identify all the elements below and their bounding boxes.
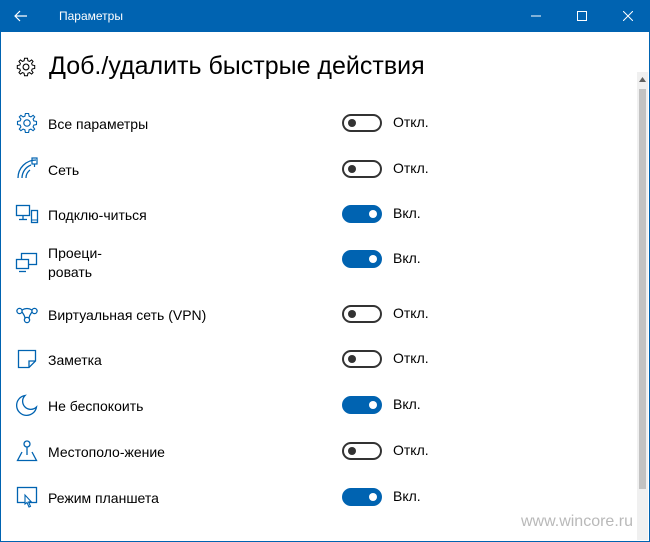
toggle-switch[interactable] <box>342 305 382 323</box>
action-label: Режим планшета <box>48 490 159 506</box>
toggle-state-label: Откл. <box>393 114 429 130</box>
action-label: Сеть <box>48 162 80 178</box>
minimize-button[interactable] <box>513 0 559 32</box>
toggle-knob <box>348 355 356 363</box>
moon-icon <box>16 394 38 416</box>
toggle-state-label: Откл. <box>393 160 429 176</box>
toggle-switch[interactable] <box>342 160 382 178</box>
maximize-button[interactable] <box>559 0 605 32</box>
close-button[interactable] <box>605 0 650 32</box>
scroll-up-button[interactable] <box>637 72 648 86</box>
toggle-state-label: Откл. <box>393 305 429 321</box>
connect-icon <box>15 204 39 224</box>
page-title: Доб./удалить быстрые действия <box>49 52 425 80</box>
toggle-switch[interactable] <box>342 442 382 460</box>
settings-window: Параметры Доб./удалить быстрые действия … <box>0 0 650 542</box>
toggle-switch[interactable] <box>342 205 382 223</box>
toggle-state-label: Вкл. <box>393 250 421 266</box>
toggle-state-label: Вкл. <box>393 488 421 504</box>
minimize-icon <box>531 15 541 17</box>
note-icon <box>17 349 37 369</box>
location-icon <box>16 440 38 462</box>
toggle-switch[interactable] <box>342 114 382 132</box>
toggle-state-label: Вкл. <box>393 396 421 412</box>
toggle-switch[interactable] <box>342 350 382 368</box>
toggle-knob <box>369 210 377 218</box>
toggle-knob <box>348 447 356 455</box>
toggle-knob <box>348 310 356 318</box>
action-label: Подклю-читься <box>48 207 147 223</box>
close-icon <box>623 11 633 21</box>
window-title: Параметры <box>59 9 123 23</box>
project-icon <box>15 252 38 273</box>
action-row-project: Проеци- ровать Вкл. <box>1 245 621 297</box>
toggle-knob <box>369 401 377 409</box>
action-label: Местополо-жение <box>48 444 165 460</box>
action-label: Виртуальная сеть (VPN) <box>48 307 207 323</box>
back-button[interactable] <box>1 0 41 32</box>
page-header: Доб./удалить быстрые действия <box>15 52 425 81</box>
toggle-knob <box>348 165 356 173</box>
network-icon <box>17 157 38 179</box>
window-controls <box>513 0 650 32</box>
action-row-note: Заметка Откл. <box>1 347 621 387</box>
back-arrow-icon <box>14 10 27 22</box>
vertical-scrollbar[interactable] <box>637 72 648 540</box>
gear-icon <box>16 57 36 76</box>
title-bar: Параметры <box>1 0 650 32</box>
action-row-all-settings: Все параметры Откл. <box>1 111 621 151</box>
toggle-state-label: Откл. <box>393 350 429 366</box>
toggle-knob <box>348 119 356 127</box>
action-row-connect: Подклю-читься Вкл. <box>1 202 621 242</box>
action-label: Все параметры <box>48 116 149 132</box>
action-label: Проеци- ровать <box>48 245 102 280</box>
toggle-knob <box>369 255 377 263</box>
toggle-switch[interactable] <box>342 396 382 414</box>
action-row-vpn: Виртуальная сеть (VPN) Откл. <box>1 302 621 342</box>
toggle-switch[interactable] <box>342 250 382 268</box>
toggle-knob <box>369 493 377 501</box>
action-label: Не беспокоить <box>48 398 144 414</box>
scrollbar-thumb[interactable] <box>639 89 646 489</box>
action-row-location: Местополо-жение Откл. <box>1 439 621 479</box>
chevron-up-icon <box>639 76 646 82</box>
toggle-state-label: Вкл. <box>393 205 421 221</box>
maximize-icon <box>577 11 587 21</box>
tablet-mode-icon <box>16 486 38 508</box>
action-row-network: Сеть Откл. <box>1 157 621 197</box>
vpn-icon <box>16 307 38 324</box>
gear-icon <box>16 112 38 134</box>
action-row-do-not-disturb: Не беспокоить Вкл. <box>1 393 621 433</box>
action-label: Заметка <box>48 352 102 368</box>
toggle-switch[interactable] <box>342 488 382 506</box>
toggle-state-label: Откл. <box>393 442 429 458</box>
watermark: www.wincore.ru <box>520 513 633 530</box>
